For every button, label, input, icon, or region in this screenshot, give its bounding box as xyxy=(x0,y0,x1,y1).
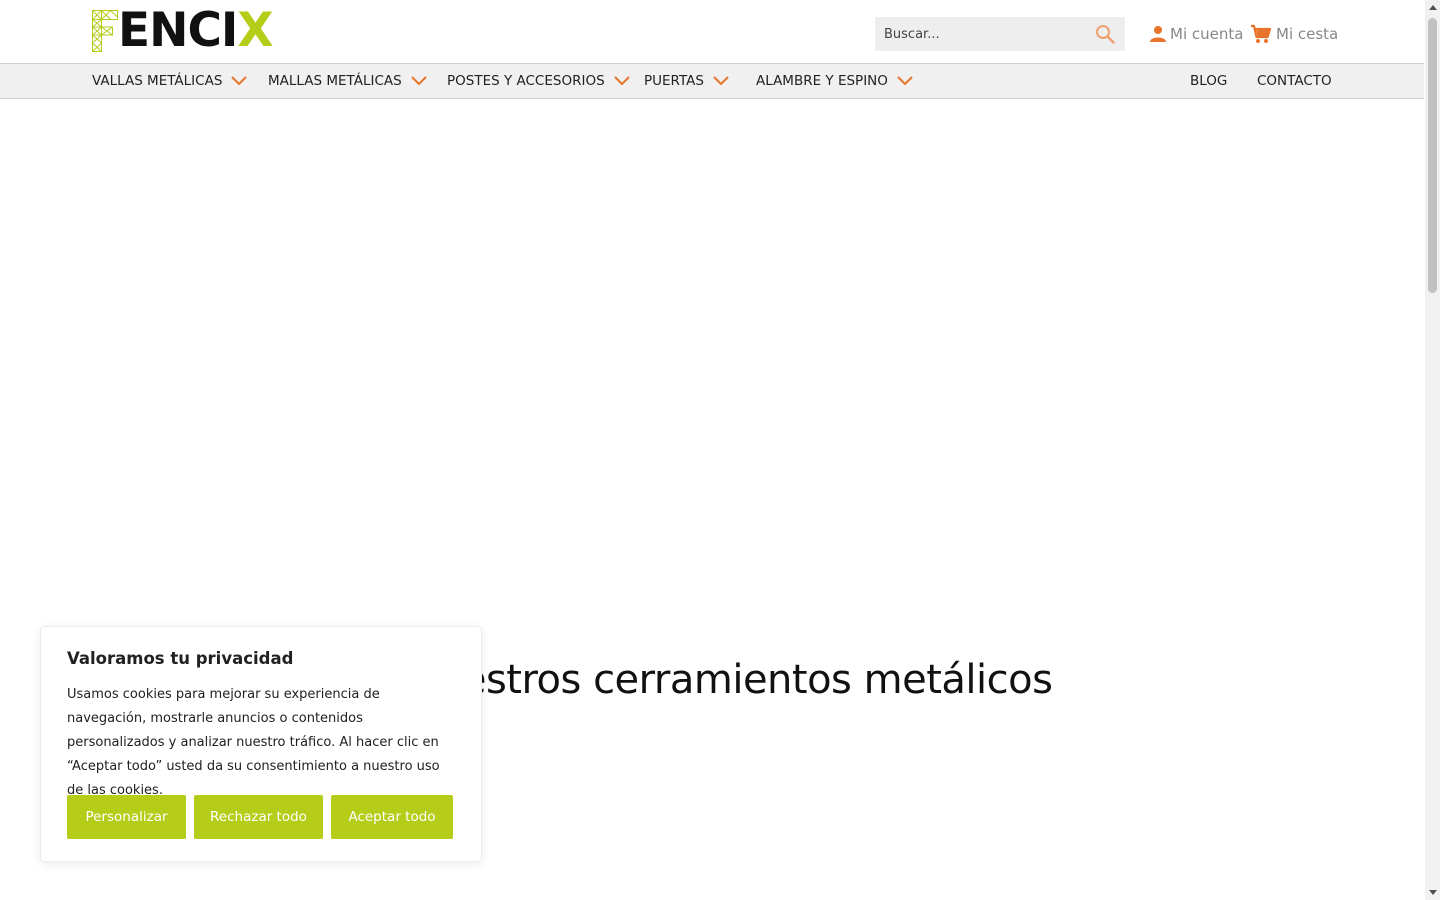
nav-item-puertas[interactable]: PUERTAS xyxy=(644,64,729,98)
scroll-up-arrow-icon[interactable] xyxy=(1429,5,1437,10)
chevron-down-icon xyxy=(897,76,913,86)
site-header: ENCIX Mi cuenta Mi cesta xyxy=(0,0,1424,63)
nav-item-label: POSTES Y ACCESORIOS xyxy=(447,73,605,89)
logo-f-mark xyxy=(92,10,118,52)
nav-item-alambre-y-espino[interactable]: ALAMBRE Y ESPINO xyxy=(756,64,913,98)
logo-text-accent: X xyxy=(237,3,273,58)
nav-item-blog[interactable]: BLOG xyxy=(1190,64,1227,98)
cart-link[interactable]: Mi cesta xyxy=(1250,23,1338,45)
nav-item-mallas-metalicas[interactable]: MALLAS METÁLICAS xyxy=(268,64,427,98)
customize-cookies-button[interactable]: Personalizar xyxy=(67,795,186,839)
search-input[interactable] xyxy=(875,17,1084,51)
nav-item-contacto[interactable]: CONTACTO xyxy=(1257,64,1332,98)
search-icon[interactable] xyxy=(1095,24,1115,44)
nav-item-vallas-metalicas[interactable]: VALLAS METÁLICAS xyxy=(92,64,248,98)
main-nav: VALLAS METÁLICAS MALLAS METÁLICAS POSTES… xyxy=(0,63,1424,99)
site-logo[interactable]: ENCIX xyxy=(92,7,274,54)
cookie-banner: Valoramos tu privacidad Usamos cookies p… xyxy=(40,626,482,862)
account-label: Mi cuenta xyxy=(1170,25,1244,43)
search-box xyxy=(875,17,1125,51)
nav-item-label: ALAMBRE Y ESPINO xyxy=(756,73,888,89)
nav-item-label: MALLAS METÁLICAS xyxy=(268,73,402,89)
accept-all-cookies-button[interactable]: Aceptar todo xyxy=(331,795,453,839)
chevron-down-icon xyxy=(231,76,248,86)
person-icon xyxy=(1150,26,1166,42)
scroll-down-arrow-icon[interactable] xyxy=(1429,890,1437,895)
scrollbar-thumb[interactable] xyxy=(1428,18,1437,293)
chevron-down-icon xyxy=(613,76,630,86)
logo-text-main: ENCI xyxy=(118,3,238,58)
chevron-down-icon xyxy=(713,76,729,86)
nav-item-postes-y-accesorios[interactable]: POSTES Y ACCESORIOS xyxy=(447,64,630,98)
nav-item-label: VALLAS METÁLICAS xyxy=(92,73,223,89)
nav-item-label: BLOG xyxy=(1190,73,1228,89)
cart-icon xyxy=(1251,24,1272,43)
logo-wordmark: ENCIX xyxy=(118,7,274,54)
cookie-text: Usamos cookies para mejorar su experienc… xyxy=(67,687,440,798)
chevron-down-icon xyxy=(410,76,427,86)
nav-item-label: CONTACTO xyxy=(1257,73,1332,89)
cookie-title: Valoramos tu privacidad xyxy=(67,649,294,668)
page-scrollbar[interactable] xyxy=(1425,0,1440,900)
nav-item-label: PUERTAS xyxy=(644,73,704,89)
reject-all-cookies-button[interactable]: Rechazar todo xyxy=(194,795,323,839)
account-link[interactable]: Mi cuenta xyxy=(1150,23,1243,45)
cart-label: Mi cesta xyxy=(1276,25,1339,43)
